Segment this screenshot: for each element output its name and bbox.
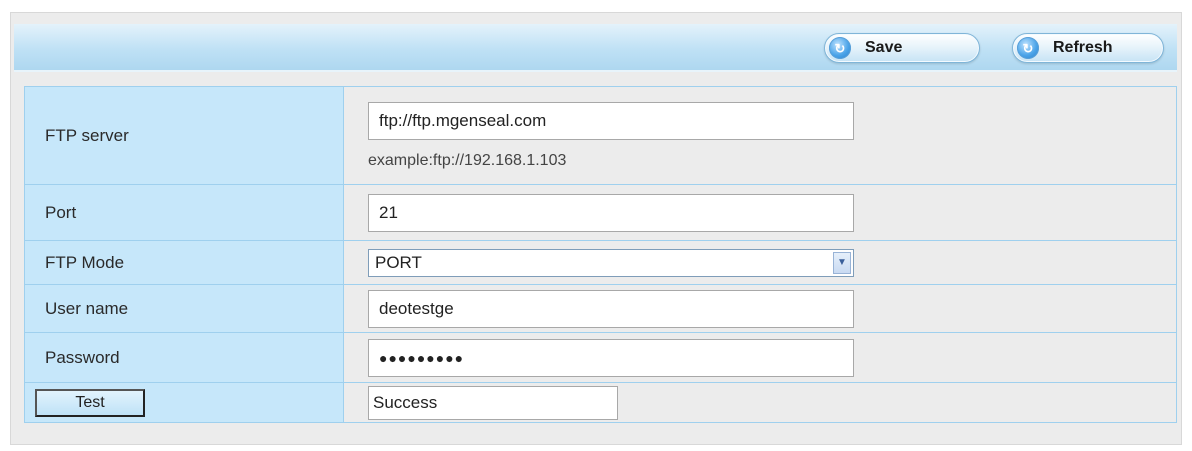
toolbar: ↻ Save ↻ Refresh (14, 24, 1177, 72)
test-button[interactable]: Test (35, 388, 145, 417)
row-password: Password ●●●●●●●●● (24, 332, 1177, 383)
refresh-icon: ↻ (1017, 37, 1039, 59)
password-label: Password (24, 332, 344, 383)
row-test: Test Success (24, 382, 1177, 423)
ftp-mode-label: FTP Mode (24, 240, 344, 285)
port-cell (343, 184, 1177, 241)
ftp-mode-cell: PORT ▼ (343, 240, 1177, 285)
test-cell: Test (24, 382, 344, 423)
port-input[interactable] (368, 193, 854, 232)
row-ftp-mode: FTP Mode PORT ▼ (24, 240, 1177, 285)
row-username: User name (24, 284, 1177, 333)
port-label: Port (24, 184, 344, 241)
ftp-mode-select[interactable]: PORT ▼ (368, 248, 854, 277)
test-result-box: Success (368, 385, 618, 420)
ftp-server-cell: example:ftp://192.168.1.103 (343, 86, 1177, 185)
password-cell: ●●●●●●●●● (343, 332, 1177, 383)
row-ftp-server: FTP server example:ftp://192.168.1.103 (24, 86, 1177, 185)
test-result-cell: Success (343, 382, 1177, 423)
ftp-server-hint: example:ftp://192.168.1.103 (368, 151, 567, 169)
save-button-label: Save (865, 39, 903, 56)
row-port: Port (24, 184, 1177, 241)
username-label: User name (24, 284, 344, 333)
save-button[interactable]: ↻ Save (824, 33, 980, 63)
chevron-down-icon[interactable]: ▼ (833, 251, 851, 274)
refresh-button-label: Refresh (1053, 39, 1113, 56)
username-input[interactable] (368, 289, 854, 328)
ftp-server-label: FTP server (24, 86, 344, 185)
username-cell (343, 284, 1177, 333)
ftp-server-input[interactable] (368, 101, 854, 140)
password-input[interactable]: ●●●●●●●●● (368, 338, 854, 377)
ftp-settings-form: FTP server example:ftp://192.168.1.103 P… (24, 86, 1177, 423)
password-mask: ●●●●●●●●● (379, 349, 465, 366)
refresh-button[interactable]: ↻ Refresh (1012, 33, 1164, 63)
ftp-mode-selected-value: PORT (375, 252, 422, 272)
save-refresh-icon: ↻ (829, 37, 851, 59)
